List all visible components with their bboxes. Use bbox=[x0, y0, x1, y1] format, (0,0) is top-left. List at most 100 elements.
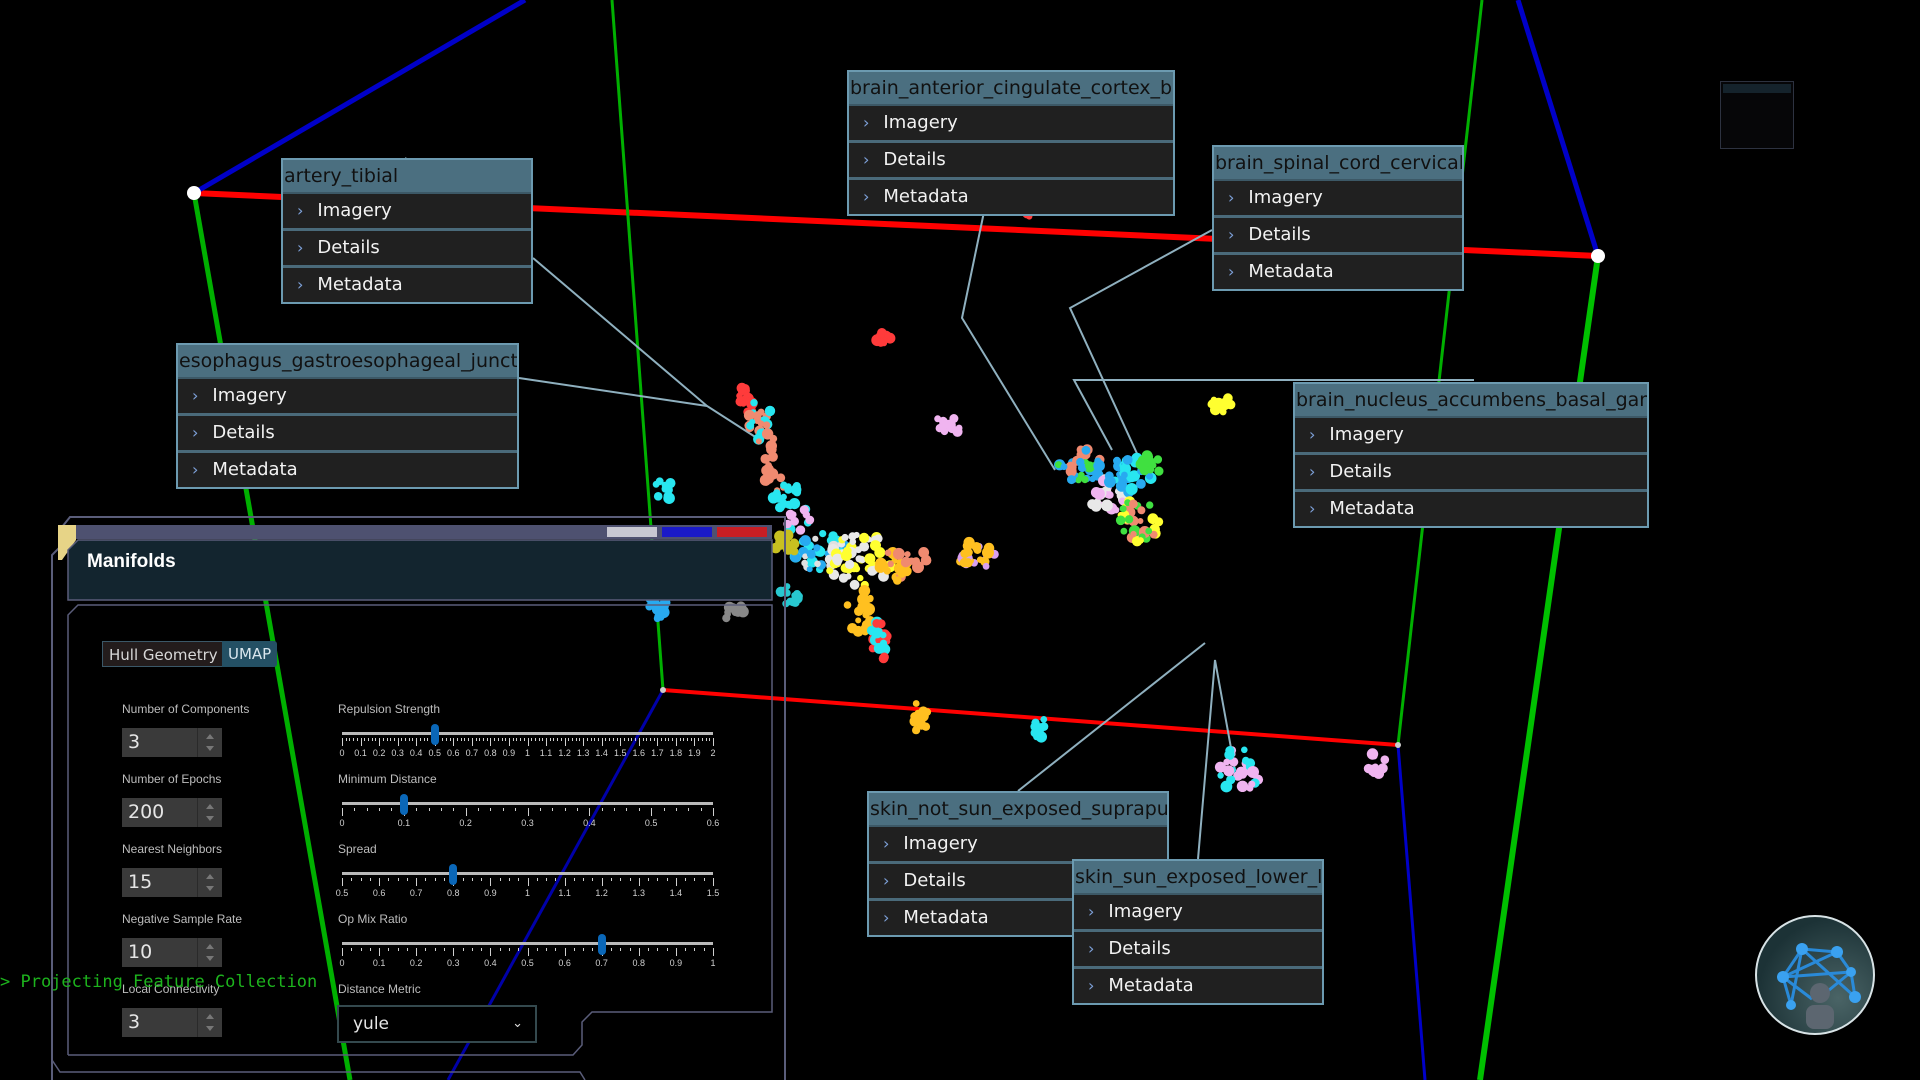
umap-point[interactable] bbox=[912, 700, 920, 707]
umap-point[interactable] bbox=[849, 538, 857, 545]
umap-point[interactable] bbox=[852, 625, 864, 637]
umap-point[interactable] bbox=[963, 536, 975, 549]
umap-point[interactable] bbox=[795, 525, 806, 535]
umap-point[interactable] bbox=[734, 608, 743, 617]
umap-point[interactable] bbox=[1223, 765, 1235, 777]
details-item[interactable]: › Details bbox=[1074, 932, 1322, 969]
umap-point[interactable] bbox=[940, 427, 949, 436]
umap-point[interactable] bbox=[879, 631, 887, 639]
spinner-arrows[interactable] bbox=[197, 868, 222, 897]
umap-point[interactable] bbox=[746, 421, 755, 430]
umap-point[interactable] bbox=[864, 553, 876, 565]
umap-point[interactable] bbox=[826, 567, 834, 575]
umap-point[interactable] bbox=[1077, 473, 1085, 481]
umap-point[interactable] bbox=[855, 546, 862, 554]
umap-point[interactable] bbox=[663, 492, 671, 500]
umap-point[interactable] bbox=[799, 535, 811, 547]
umap-point[interactable] bbox=[833, 556, 842, 566]
umap-point[interactable] bbox=[1153, 455, 1163, 464]
metadata-item[interactable]: › Metadata bbox=[849, 180, 1173, 214]
umap-point[interactable] bbox=[776, 473, 786, 483]
umap-point[interactable] bbox=[726, 553, 736, 563]
imagery-item[interactable]: › Imagery bbox=[283, 194, 531, 231]
details-item[interactable]: › Details bbox=[1295, 455, 1647, 492]
umap-point[interactable] bbox=[801, 559, 808, 567]
umap-point[interactable] bbox=[878, 653, 889, 664]
n-components-input[interactable]: 3 bbox=[122, 728, 222, 757]
distance-metric-select[interactable]: yule ⌄ bbox=[337, 1005, 537, 1043]
umap-point[interactable] bbox=[799, 505, 809, 515]
umap-point[interactable] bbox=[960, 549, 970, 559]
umap-point[interactable] bbox=[912, 726, 921, 735]
umap-point[interactable] bbox=[1146, 501, 1154, 509]
umap-point[interactable] bbox=[750, 399, 758, 407]
umap-point[interactable] bbox=[845, 573, 852, 580]
umap-point[interactable] bbox=[1380, 755, 1390, 764]
min-distance-slider[interactable]: 0 0.1 0.2 0.3 0.4 0.5 0.6 bbox=[339, 794, 719, 836]
umap-point[interactable] bbox=[1211, 403, 1222, 414]
umap-point[interactable] bbox=[819, 530, 827, 538]
umap-point[interactable] bbox=[947, 424, 957, 434]
umap-point[interactable] bbox=[893, 576, 902, 585]
umap-point[interactable] bbox=[1039, 722, 1049, 731]
umap-point[interactable] bbox=[1241, 746, 1248, 754]
umap-point[interactable] bbox=[779, 502, 787, 509]
umap-point[interactable] bbox=[1081, 445, 1091, 455]
metadata-item[interactable]: › Metadata bbox=[1295, 492, 1647, 526]
umap-point[interactable] bbox=[1122, 455, 1133, 465]
imagery-item[interactable]: › Imagery bbox=[1295, 418, 1647, 455]
info-panel-skin-sun-exposed-lower-leg[interactable]: skin_sun_exposed_lower_leg › Imagery › Det… bbox=[1072, 859, 1324, 1005]
n-neighbors-input[interactable]: 15 bbox=[122, 868, 222, 897]
umap-point[interactable] bbox=[874, 547, 886, 558]
umap-point[interactable] bbox=[843, 601, 852, 609]
n-epochs-input[interactable]: 200 bbox=[122, 798, 222, 827]
arrow-down-icon[interactable] bbox=[206, 1026, 214, 1031]
details-item[interactable]: › Details bbox=[283, 231, 531, 268]
arrow-up-icon[interactable] bbox=[206, 874, 214, 879]
umap-point[interactable] bbox=[884, 549, 892, 557]
slider-track[interactable] bbox=[342, 872, 713, 875]
arrow-down-icon[interactable] bbox=[206, 746, 214, 751]
local-connectivity-input[interactable]: 3 bbox=[122, 1008, 222, 1037]
umap-point[interactable] bbox=[785, 509, 795, 519]
umap-point[interactable] bbox=[1235, 766, 1247, 778]
tab-hull-geometry[interactable]: Hull Geometry bbox=[102, 641, 225, 667]
umap-point[interactable] bbox=[652, 480, 660, 488]
spinner-arrows[interactable] bbox=[197, 938, 222, 967]
slider-track[interactable] bbox=[342, 732, 713, 735]
details-item[interactable]: › Details bbox=[849, 143, 1173, 180]
umap-point[interactable] bbox=[1076, 457, 1085, 467]
umap-point[interactable] bbox=[1104, 476, 1116, 488]
info-panel-brain-nucleus-accumbens-basal-ganglia[interactable]: brain_nucleus_accumbens_basal_ganglia › I… bbox=[1293, 382, 1649, 528]
umap-point[interactable] bbox=[1089, 475, 1096, 483]
umap-point[interactable] bbox=[1145, 527, 1153, 535]
umap-point[interactable] bbox=[1115, 515, 1126, 526]
info-panel-brain-spinal-cord-cervical-c[interactable]: brain_spinal_cord_cervical_c › Imagery › D… bbox=[1212, 145, 1464, 291]
umap-point[interactable] bbox=[793, 488, 802, 497]
umap-point[interactable] bbox=[855, 555, 863, 563]
metadata-item[interactable]: › Metadata bbox=[178, 453, 517, 487]
umap-point[interactable] bbox=[767, 451, 778, 462]
op-mix-ratio-slider[interactable]: 0 0.1 0.2 0.3 0.4 0.5 0.6 0.7 0.8 0.9 1 bbox=[339, 934, 716, 976]
umap-point[interactable] bbox=[1060, 463, 1068, 471]
umap-point[interactable] bbox=[855, 617, 862, 624]
umap-point[interactable] bbox=[959, 557, 970, 568]
umap-point[interactable] bbox=[1093, 459, 1105, 472]
umap-point[interactable] bbox=[784, 530, 792, 537]
umap-point[interactable] bbox=[774, 530, 786, 543]
umap-point[interactable] bbox=[657, 613, 665, 621]
arrow-down-icon[interactable] bbox=[206, 886, 214, 891]
umap-point[interactable] bbox=[813, 544, 821, 552]
umap-point[interactable] bbox=[853, 565, 861, 573]
slider-track[interactable] bbox=[342, 942, 713, 945]
umap-point[interactable] bbox=[1040, 716, 1048, 723]
umap-point[interactable] bbox=[793, 590, 802, 599]
umap-point[interactable] bbox=[866, 605, 873, 612]
umap-point[interactable] bbox=[921, 722, 931, 731]
slider-thumb[interactable] bbox=[430, 724, 439, 745]
umap-point[interactable] bbox=[866, 595, 874, 603]
umap-point[interactable] bbox=[1121, 471, 1128, 479]
spinner-arrows[interactable] bbox=[197, 728, 222, 757]
spinner-arrows[interactable] bbox=[197, 1008, 222, 1037]
corner-node[interactable] bbox=[1395, 742, 1401, 748]
